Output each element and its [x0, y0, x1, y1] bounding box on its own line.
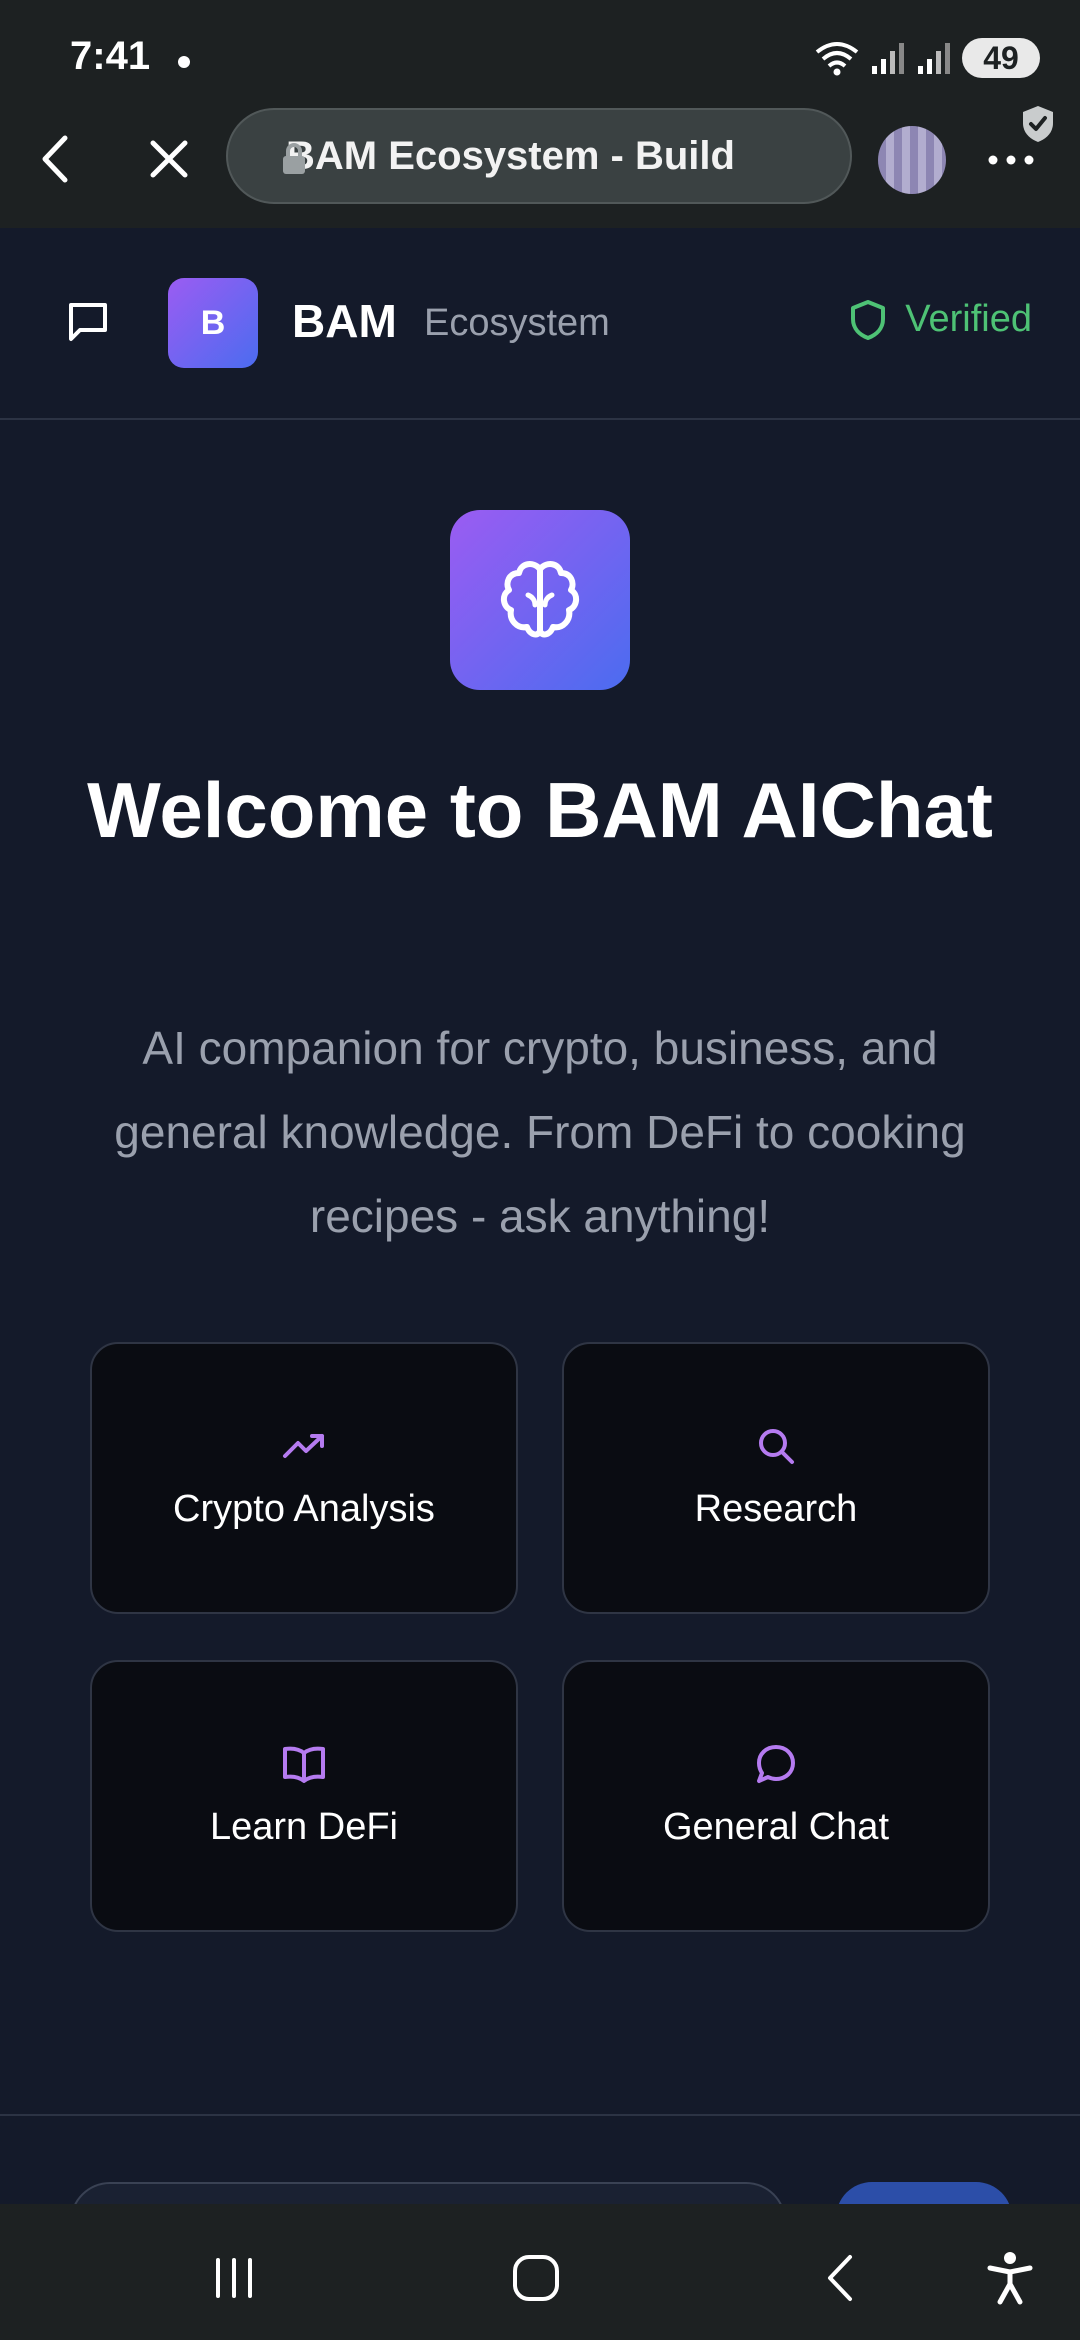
battery-indicator: 49 [962, 38, 1040, 78]
brain-icon [501, 561, 579, 638]
card-learn-defi[interactable]: Learn DeFi [90, 1660, 518, 1932]
battery-level: 49 [983, 39, 1019, 76]
signal-icon [918, 43, 950, 74]
divider [0, 2114, 1080, 2116]
card-crypto-analysis[interactable]: Crypto Analysis [90, 1342, 518, 1614]
signal-icon [872, 43, 904, 74]
search-icon [759, 1428, 794, 1464]
brand-logo: B [168, 278, 258, 368]
logo-letter: B [200, 303, 226, 342]
card-research[interactable]: Research [562, 1342, 990, 1614]
welcome-title: Welcome to BAM AIChat [87, 766, 993, 854]
card-label: Learn DeFi [210, 1805, 398, 1848]
back-icon [828, 2255, 852, 2301]
card-label: General Chat [662, 1805, 889, 1848]
welcome-subtitle: AI companion for crypto, business, and g… [114, 1022, 966, 1242]
chat-history-icon[interactable] [66, 300, 110, 344]
verified-label: Verified [905, 298, 1032, 340]
app-header: B BAM Ecosystem Verified [0, 228, 1080, 420]
lock-icon [283, 143, 305, 174]
close-icon [150, 140, 188, 178]
message-circle-icon [757, 1744, 795, 1783]
brand-subtitle: Ecosystem [424, 302, 610, 344]
address-bar[interactable]: BAM Ecosystem - Build [226, 108, 852, 204]
accessibility-icon [987, 2252, 1033, 2305]
avatar[interactable] [878, 126, 946, 194]
card-label: Research [694, 1487, 858, 1530]
home-button[interactable] [506, 2248, 566, 2308]
recent-apps-button[interactable] [204, 2248, 264, 2308]
shield-icon [851, 299, 886, 340]
status-time: 7:41 [70, 34, 151, 78]
system-back-button[interactable] [810, 2248, 870, 2308]
hero-icon-tile [450, 510, 630, 690]
home-icon [513, 2255, 559, 2301]
status-icons: 49 [814, 36, 1040, 80]
notification-dot [178, 56, 190, 68]
back-button[interactable] [20, 124, 90, 194]
more-icon[interactable] [986, 140, 1036, 180]
card-label: Crypto Analysis [173, 1487, 435, 1530]
status-bar: 7:41 49 [0, 0, 1080, 112]
verified-badge: Verified [849, 298, 1032, 341]
shield-check-icon [1023, 106, 1053, 142]
brand-name: BAM [292, 295, 397, 347]
back-icon [42, 135, 68, 183]
accessibility-button[interactable] [980, 2248, 1040, 2308]
card-general-chat[interactable]: General Chat [562, 1660, 990, 1932]
recents-icon [216, 2258, 252, 2298]
wifi-icon [815, 42, 859, 76]
trending-up-icon [283, 1433, 324, 1458]
book-icon [283, 1746, 325, 1783]
system-nav-bar [0, 2204, 1080, 2340]
close-tab-button[interactable] [134, 124, 204, 194]
url-title: BAM Ecosystem - Build [286, 133, 735, 178]
